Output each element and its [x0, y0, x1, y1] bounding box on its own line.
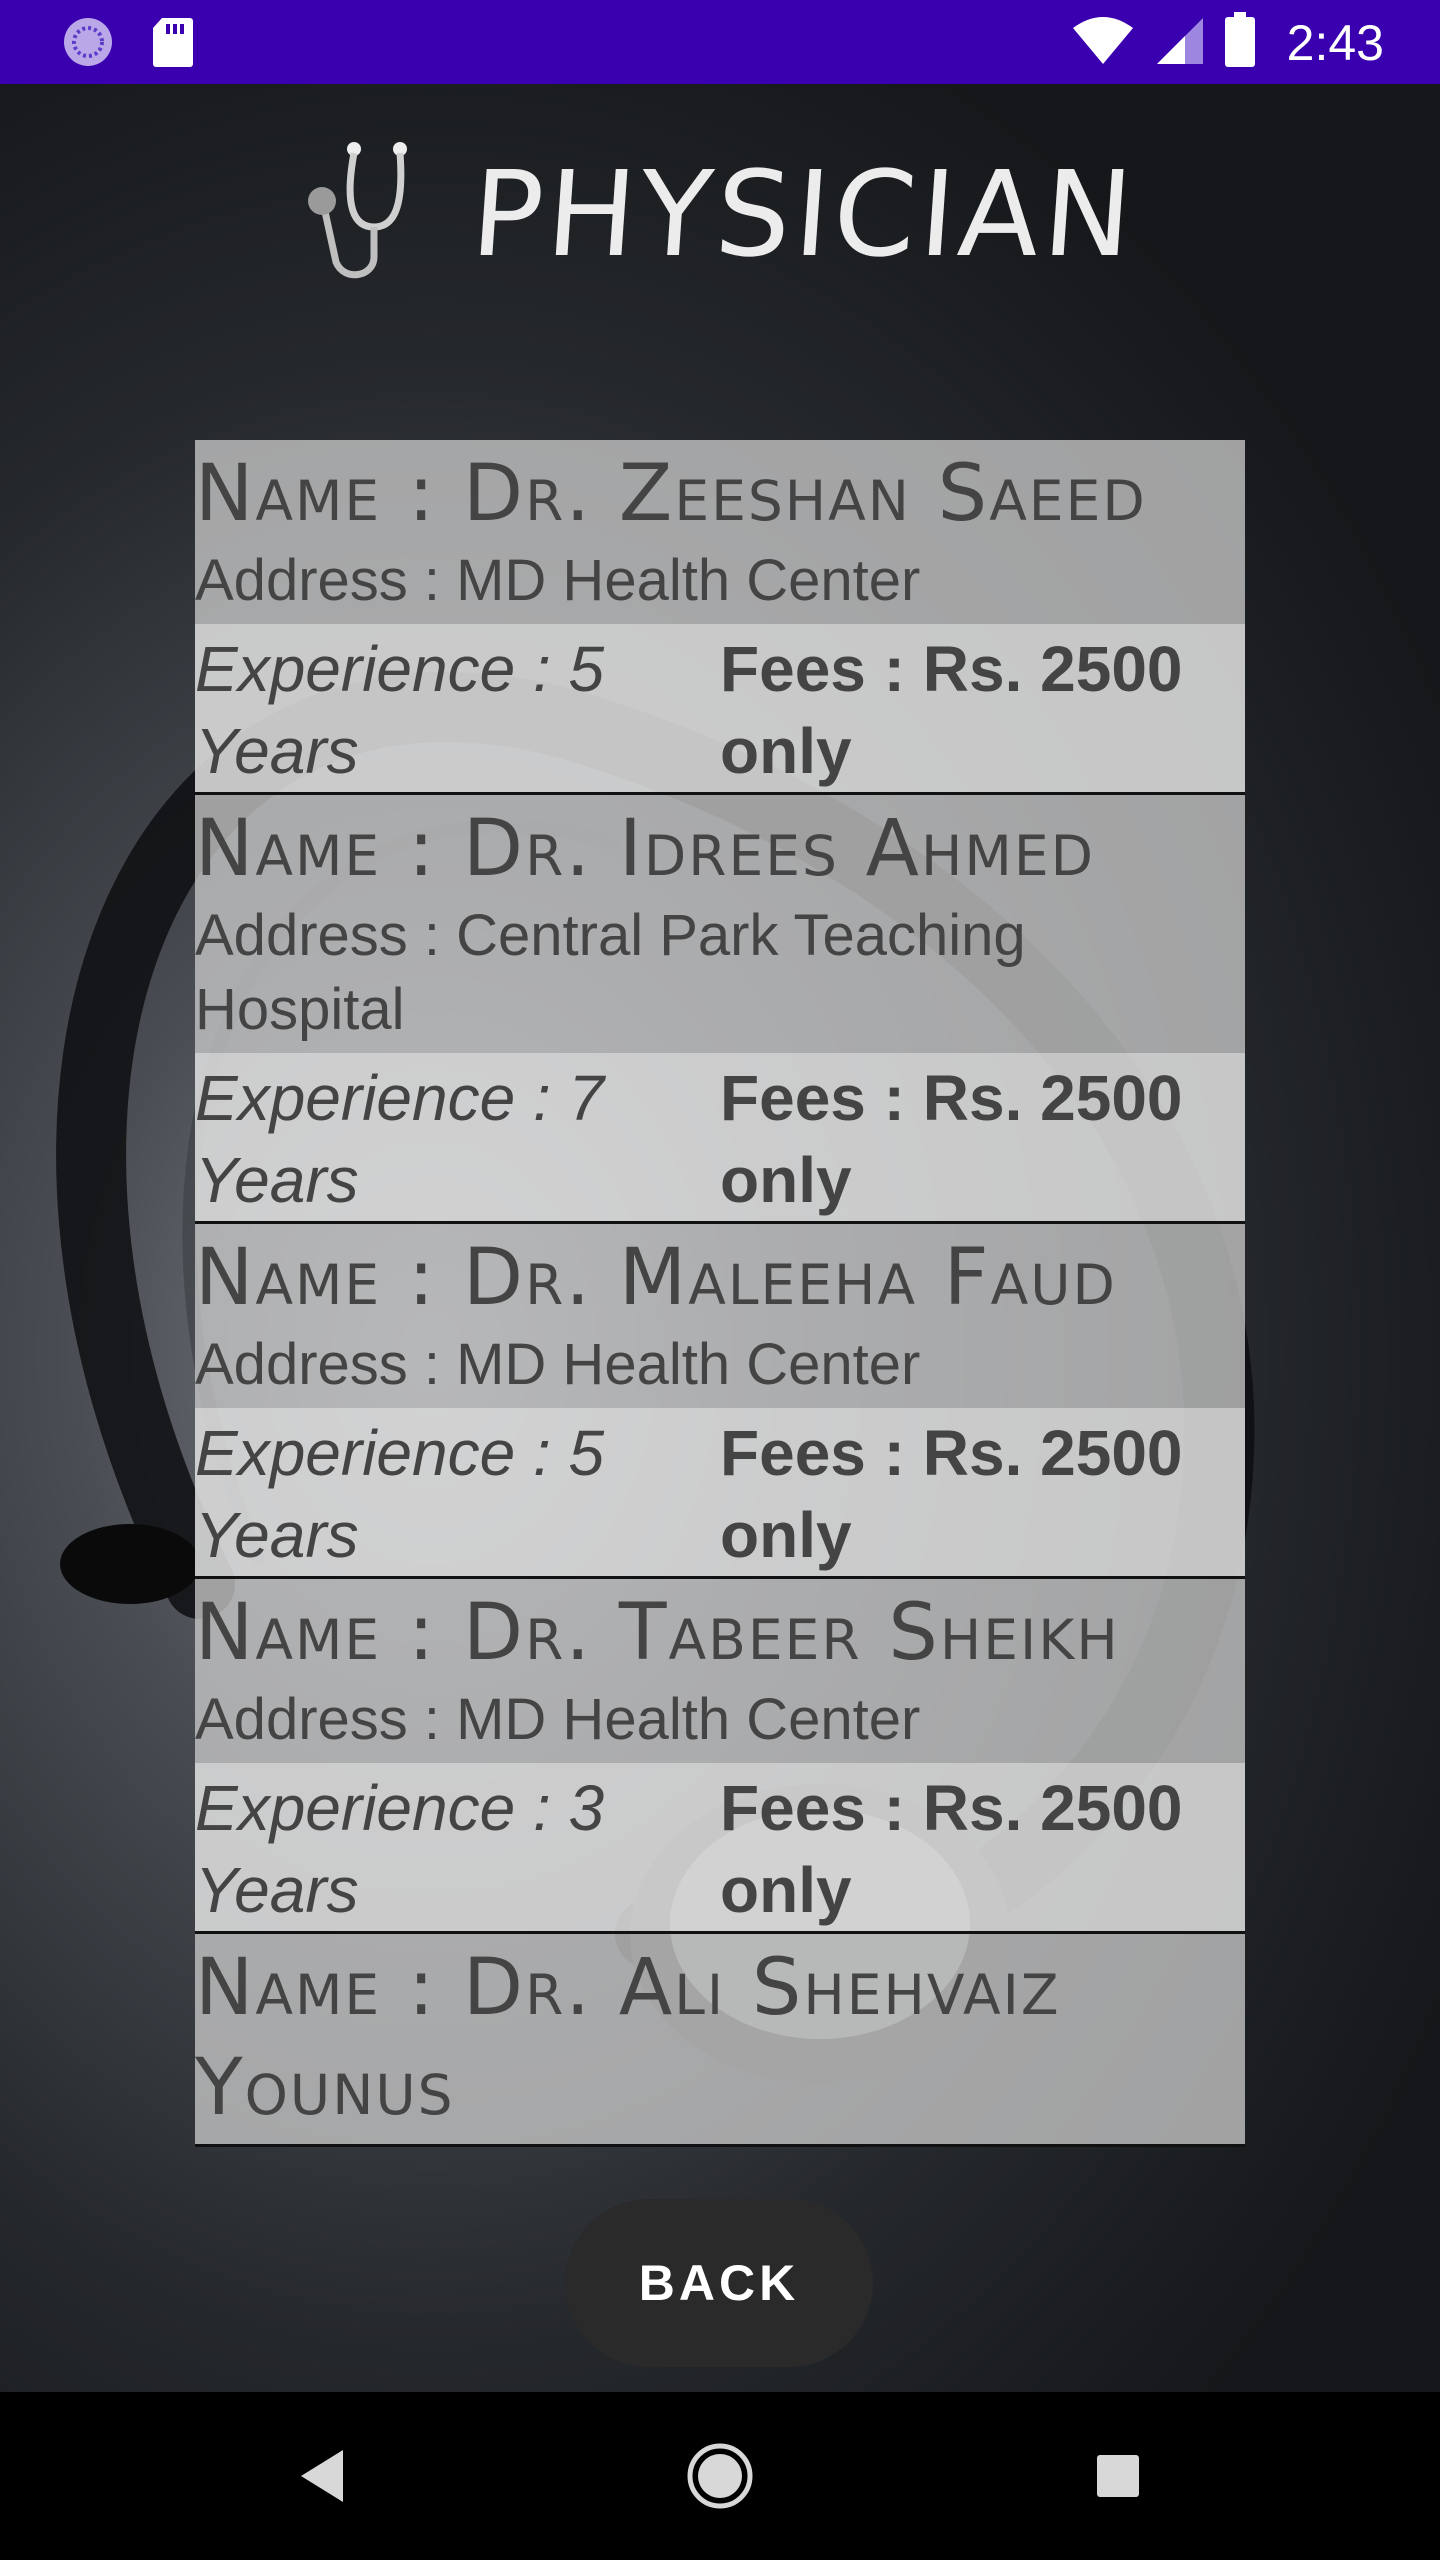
navigation-bar — [0, 2392, 1440, 2560]
stethoscope-icon — [304, 137, 424, 292]
experience-line: Years — [195, 1144, 359, 1216]
doctor-experience: Experience : 5 Years — [195, 1412, 720, 1576]
fees-line: only — [720, 1144, 852, 1216]
doctor-name: Name : Dr. Idrees Ahmed — [195, 804, 1095, 894]
fees-line: only — [720, 715, 852, 787]
doctor-card[interactable]: Name : Dr. Idrees Ahmed Address : Centra… — [195, 795, 1245, 1224]
fees-line: only — [720, 1854, 852, 1926]
doctor-fees: Fees : Rs. 2500 only — [720, 1767, 1245, 1931]
loading-icon — [62, 16, 114, 73]
doctor-card[interactable]: Name : Dr. Tabeer Sheikh Address : MD He… — [195, 1579, 1245, 1934]
status-bar: 2:43 — [0, 0, 1440, 84]
doctor-name: Name : Dr. Ali Shehvaiz Younus — [195, 1943, 1061, 2133]
sd-card-icon — [152, 16, 194, 73]
physician-list[interactable]: Name : Dr. Zeeshan Saeed Address : MD He… — [195, 440, 1245, 2190]
main-content: PHYSICIAN Name : Dr. Zeeshan Saeed Addre… — [0, 84, 1440, 2392]
back-triangle-icon[interactable] — [272, 2426, 372, 2526]
experience-line: Experience : 5 — [195, 1417, 605, 1489]
doctor-card[interactable]: Name : Dr. Maleeha Faud Address : MD Hea… — [195, 1224, 1245, 1579]
experience-line: Years — [195, 1854, 359, 1926]
experience-line: Years — [195, 1499, 359, 1571]
doctor-fees: Fees : Rs. 2500 only — [720, 1057, 1245, 1221]
fees-line: Fees : Rs. 2500 — [720, 1772, 1183, 1844]
doctor-address: Address : Central Park Teaching Hospital — [195, 903, 1026, 1042]
doctor-experience: Experience : 3 Years — [195, 1767, 720, 1931]
doctor-name: Name : Dr. Tabeer Sheikh — [195, 1588, 1120, 1678]
battery-icon — [1224, 12, 1255, 73]
doctor-fees: Fees : Rs. 2500 only — [720, 1412, 1245, 1576]
doctor-experience: Experience : 7 Years — [195, 1057, 720, 1221]
doctor-fees: Fees : Rs. 2500 only — [720, 628, 1245, 792]
fees-line: Fees : Rs. 2500 — [720, 1417, 1183, 1489]
doctor-name: Name : Dr. Zeeshan Saeed — [195, 449, 1147, 539]
doctor-address: Address : MD Health Center — [195, 1687, 921, 1752]
doctor-name: Name : Dr. Maleeha Faud — [195, 1233, 1117, 1323]
doctor-card[interactable]: Name : Dr. Ali Shehvaiz Younus — [195, 1934, 1245, 2147]
fees-line: only — [720, 1499, 852, 1571]
experience-line: Experience : 5 — [195, 633, 605, 705]
experience-line: Experience : 3 — [195, 1772, 605, 1844]
wifi-icon — [1071, 14, 1135, 71]
recents-square-icon[interactable] — [1068, 2426, 1168, 2526]
back-button[interactable]: BACK — [565, 2199, 873, 2367]
experience-line: Experience : 7 — [195, 1062, 605, 1134]
signal-icon — [1155, 14, 1205, 71]
experience-line: Years — [195, 715, 359, 787]
doctor-card[interactable]: Name : Dr. Zeeshan Saeed Address : MD He… — [195, 440, 1245, 795]
doctor-experience: Experience : 5 Years — [195, 628, 720, 792]
doctor-address: Address : MD Health Center — [195, 548, 921, 613]
home-circle-icon[interactable] — [670, 2426, 770, 2526]
page-title: PHYSICIAN — [467, 145, 1141, 283]
header: PHYSICIAN — [0, 134, 1440, 294]
status-time: 2:43 — [1286, 14, 1384, 71]
doctor-address: Address : MD Health Center — [195, 1332, 921, 1397]
fees-line: Fees : Rs. 2500 — [720, 1062, 1183, 1134]
fees-line: Fees : Rs. 2500 — [720, 633, 1183, 705]
